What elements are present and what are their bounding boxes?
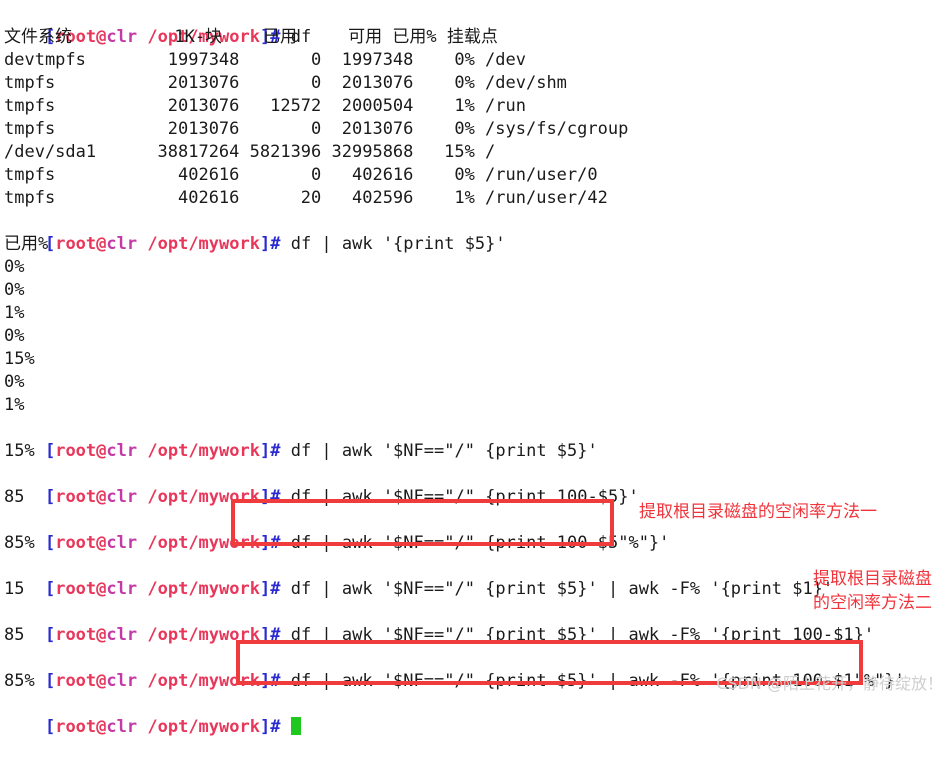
text-cursor[interactable] — [290, 717, 301, 735]
prompt-host: clr — [106, 625, 138, 645]
prompt-user: root — [55, 671, 97, 691]
output-line: 0% — [4, 372, 25, 392]
df-row: tmpfs 2013076 12572 2000504 1% /run — [4, 96, 526, 116]
prompt-path: /opt/mywork — [147, 579, 260, 599]
prompt-at: @ — [96, 625, 107, 645]
output-line: 1% — [4, 303, 25, 323]
csdn-watermark: CSDN @陌上花开，静待绽放！ — [716, 674, 943, 693]
prompt-host: clr — [106, 234, 138, 254]
df-row: devtmpfs 1997348 0 1997348 0% /dev — [4, 50, 526, 70]
output-line: 15% — [4, 349, 35, 369]
df-header: 文件系统 1K-块 已用 可用 已用% 挂载点 — [4, 27, 498, 47]
prompt-path: /opt/mywork — [147, 441, 260, 461]
prompt-bracket-close: ]# — [259, 441, 281, 461]
df-row: tmpfs 2013076 0 2013076 0% /dev/shm — [4, 73, 567, 93]
prompt-user: root — [55, 487, 97, 507]
df-row: tmpfs 402616 20 402596 1% /run/user/42 — [4, 188, 608, 208]
output-line: 15% — [4, 441, 35, 461]
prompt-host: clr — [106, 579, 138, 599]
prompt-bracket-close: ]# — [259, 234, 281, 254]
method2-annotation-line1: 提取根目录磁盘 — [813, 569, 932, 589]
prompt-user: root — [55, 579, 97, 599]
command-text: df | awk '$NF=="/" {print $5}' | awk -F%… — [290, 579, 834, 599]
prompt-line: [root@clr /opt/mywork]# df | awk '$NF=="… — [4, 601, 874, 645]
prompt-line: [root@clr /opt/mywork]# df | awk '{print… — [4, 210, 506, 254]
output-line: 0% — [4, 257, 25, 277]
prompt-bracket-open: [ — [44, 579, 56, 599]
prompt-user: root — [55, 717, 97, 737]
prompt-host: clr — [106, 671, 138, 691]
output-line: 0% — [4, 326, 25, 346]
prompt-bracket-open: [ — [44, 717, 56, 737]
prompt-path: /opt/mywork — [147, 234, 260, 254]
prompt-at: @ — [96, 234, 107, 254]
prompt-user: root — [55, 234, 97, 254]
prompt-bracket-open: [ — [44, 625, 56, 645]
output-line: 85% — [4, 671, 35, 691]
df-row: tmpfs 402616 0 402616 0% /run/user/0 — [4, 165, 598, 185]
output-line: 1% — [4, 395, 25, 415]
prompt-at: @ — [96, 533, 107, 553]
output-line: 0% — [4, 280, 25, 300]
output-line: 85 — [4, 625, 25, 645]
prompt-bracket-open: [ — [44, 487, 56, 507]
prompt-at: @ — [96, 441, 107, 461]
method1-annotation: 提取根目录磁盘的空闲率方法一 — [639, 502, 877, 522]
prompt-host: clr — [106, 487, 138, 507]
output-line: 已用% — [4, 234, 49, 254]
prompt-at: @ — [96, 579, 107, 599]
prompt-bracket-open: [ — [44, 533, 56, 553]
output-line: 15 — [4, 579, 25, 599]
prompt-host: clr — [106, 717, 138, 737]
df-row: tmpfs 2013076 0 2013076 0% /sys/fs/cgrou… — [4, 119, 629, 139]
prompt-line: [root@clr /opt/mywork]# — [4, 693, 301, 737]
prompt-bracket-close: ]# — [259, 579, 281, 599]
command-text: df | awk '{print $5}' — [290, 234, 506, 254]
prompt-host: clr — [106, 533, 138, 553]
method2-annotation-line2: 的空闲率方法二 — [813, 593, 932, 613]
terminal-window[interactable]: [root@clr /opt/mywork]# df 文件系统 1K-块 已用 … — [0, 0, 951, 737]
prompt-bracket-close: ]# — [259, 717, 281, 737]
prompt-path: /opt/mywork — [147, 717, 260, 737]
method1-highlight-box — [231, 499, 614, 546]
prompt-line: [root@clr /opt/mywork]# df | awk '$NF=="… — [4, 417, 598, 461]
prompt-host: clr — [106, 441, 138, 461]
prompt-line: [root@clr /opt/mywork]# df | awk '$NF=="… — [4, 555, 833, 599]
prompt-line: [root@clr /opt/mywork]# df — [4, 3, 311, 47]
prompt-user: root — [55, 625, 97, 645]
prompt-bracket-open: [ — [44, 671, 56, 691]
prompt-user: root — [55, 533, 97, 553]
command-text: df | awk '$NF=="/" {print $5}' — [290, 441, 598, 461]
df-row: /dev/sda1 38817264 5821396 32995868 15% … — [4, 142, 496, 162]
output-line: 85% — [4, 533, 35, 553]
prompt-at: @ — [96, 671, 107, 691]
prompt-bracket-open: [ — [44, 441, 56, 461]
prompt-at: @ — [96, 487, 107, 507]
prompt-line: [root@clr /opt/mywork]# df | awk '$NF=="… — [4, 463, 639, 507]
prompt-at: @ — [96, 717, 107, 737]
prompt-user: root — [55, 441, 97, 461]
output-line: 85 — [4, 487, 25, 507]
